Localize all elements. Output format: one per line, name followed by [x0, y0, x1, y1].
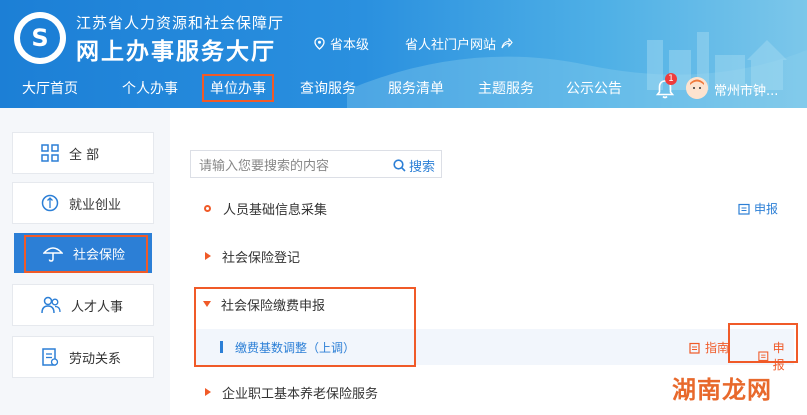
user-face-icon	[686, 77, 708, 99]
logo-mark: S	[20, 18, 60, 58]
sidebar-highlight-box	[24, 235, 148, 273]
highlight-box-service-group	[194, 287, 416, 367]
service-label: 人员基础信息采集	[223, 202, 328, 218]
nav-theme[interactable]: 主题服务	[478, 78, 534, 98]
nav-personal[interactable]: 个人办事	[122, 78, 178, 98]
search-icon	[393, 159, 406, 172]
people-icon	[41, 296, 61, 314]
sidebar-item-employment[interactable]: 就业创业	[12, 182, 154, 224]
form-icon	[738, 203, 750, 215]
guide-icon	[689, 342, 700, 354]
region-label: 省本级	[330, 38, 370, 53]
sidebar-item-talent[interactable]: 人才人事	[12, 284, 154, 326]
service-row[interactable]: 人员基础信息采集 申报	[190, 188, 790, 228]
nav-query[interactable]: 查询服务	[300, 78, 356, 98]
caret-right-icon	[205, 388, 211, 396]
circle-bullet-icon	[204, 204, 211, 212]
declare-label: 申报	[753, 202, 778, 216]
highlight-box-declare	[728, 323, 798, 363]
search-input[interactable]: 请输入您要搜索的内容	[199, 155, 329, 174]
user-name[interactable]: 常州市钟...	[714, 80, 778, 99]
document-icon	[42, 348, 59, 366]
sidebar-item-label: 就业创业	[69, 197, 122, 213]
search-button-label: 搜索	[408, 160, 435, 175]
nav-service-list[interactable]: 服务清单	[388, 78, 444, 98]
grid-icon	[41, 144, 59, 162]
guide-label: 指南	[705, 341, 730, 355]
sidebar-item-label: 全 部	[69, 147, 100, 163]
sidebar-item-label: 劳动关系	[69, 351, 122, 367]
sidebar-item-labor[interactable]: 劳动关系	[12, 336, 154, 378]
share-icon	[501, 38, 513, 49]
avatar[interactable]	[686, 77, 708, 99]
caret-right-icon	[205, 252, 211, 260]
search-button[interactable]: 搜索	[393, 156, 435, 175]
sidebar-item-all[interactable]: 全 部	[12, 132, 154, 174]
location-pin-icon	[314, 37, 325, 50]
search-box: 请输入您要搜索的内容 搜索	[190, 150, 442, 178]
portal-link-label: 省人社门户网站	[405, 38, 497, 53]
main-content: 请输入您要搜索的内容 搜索 人员基础信息采集 申报 社会保险登记 社会保险缴费申…	[170, 108, 807, 415]
logo: S	[14, 12, 66, 64]
portal-link[interactable]: 省人社门户网站	[405, 34, 513, 53]
sidebar-item-label: 人才人事	[71, 299, 124, 315]
guide-button[interactable]: 指南	[689, 339, 729, 356]
declare-button[interactable]: 申报	[738, 200, 778, 217]
nav-employer[interactable]: 单位办事	[202, 74, 274, 102]
service-label: 企业职工基本养老保险服务	[222, 386, 379, 402]
medal-icon	[41, 194, 59, 212]
notification-badge: 1	[665, 73, 677, 85]
service-row[interactable]: 社会保险登记	[190, 236, 790, 276]
org-title: 江苏省人力资源和社会保障厅	[76, 14, 285, 32]
nav-home[interactable]: 大厅首页	[22, 78, 78, 98]
watermark: 湖南龙网	[672, 376, 772, 404]
region-selector[interactable]: 省本级	[314, 34, 369, 53]
site-title: 网上办事服务大厅	[76, 39, 276, 65]
service-label: 社会保险登记	[222, 250, 301, 266]
nav-announcement[interactable]: 公示公告	[566, 78, 622, 98]
